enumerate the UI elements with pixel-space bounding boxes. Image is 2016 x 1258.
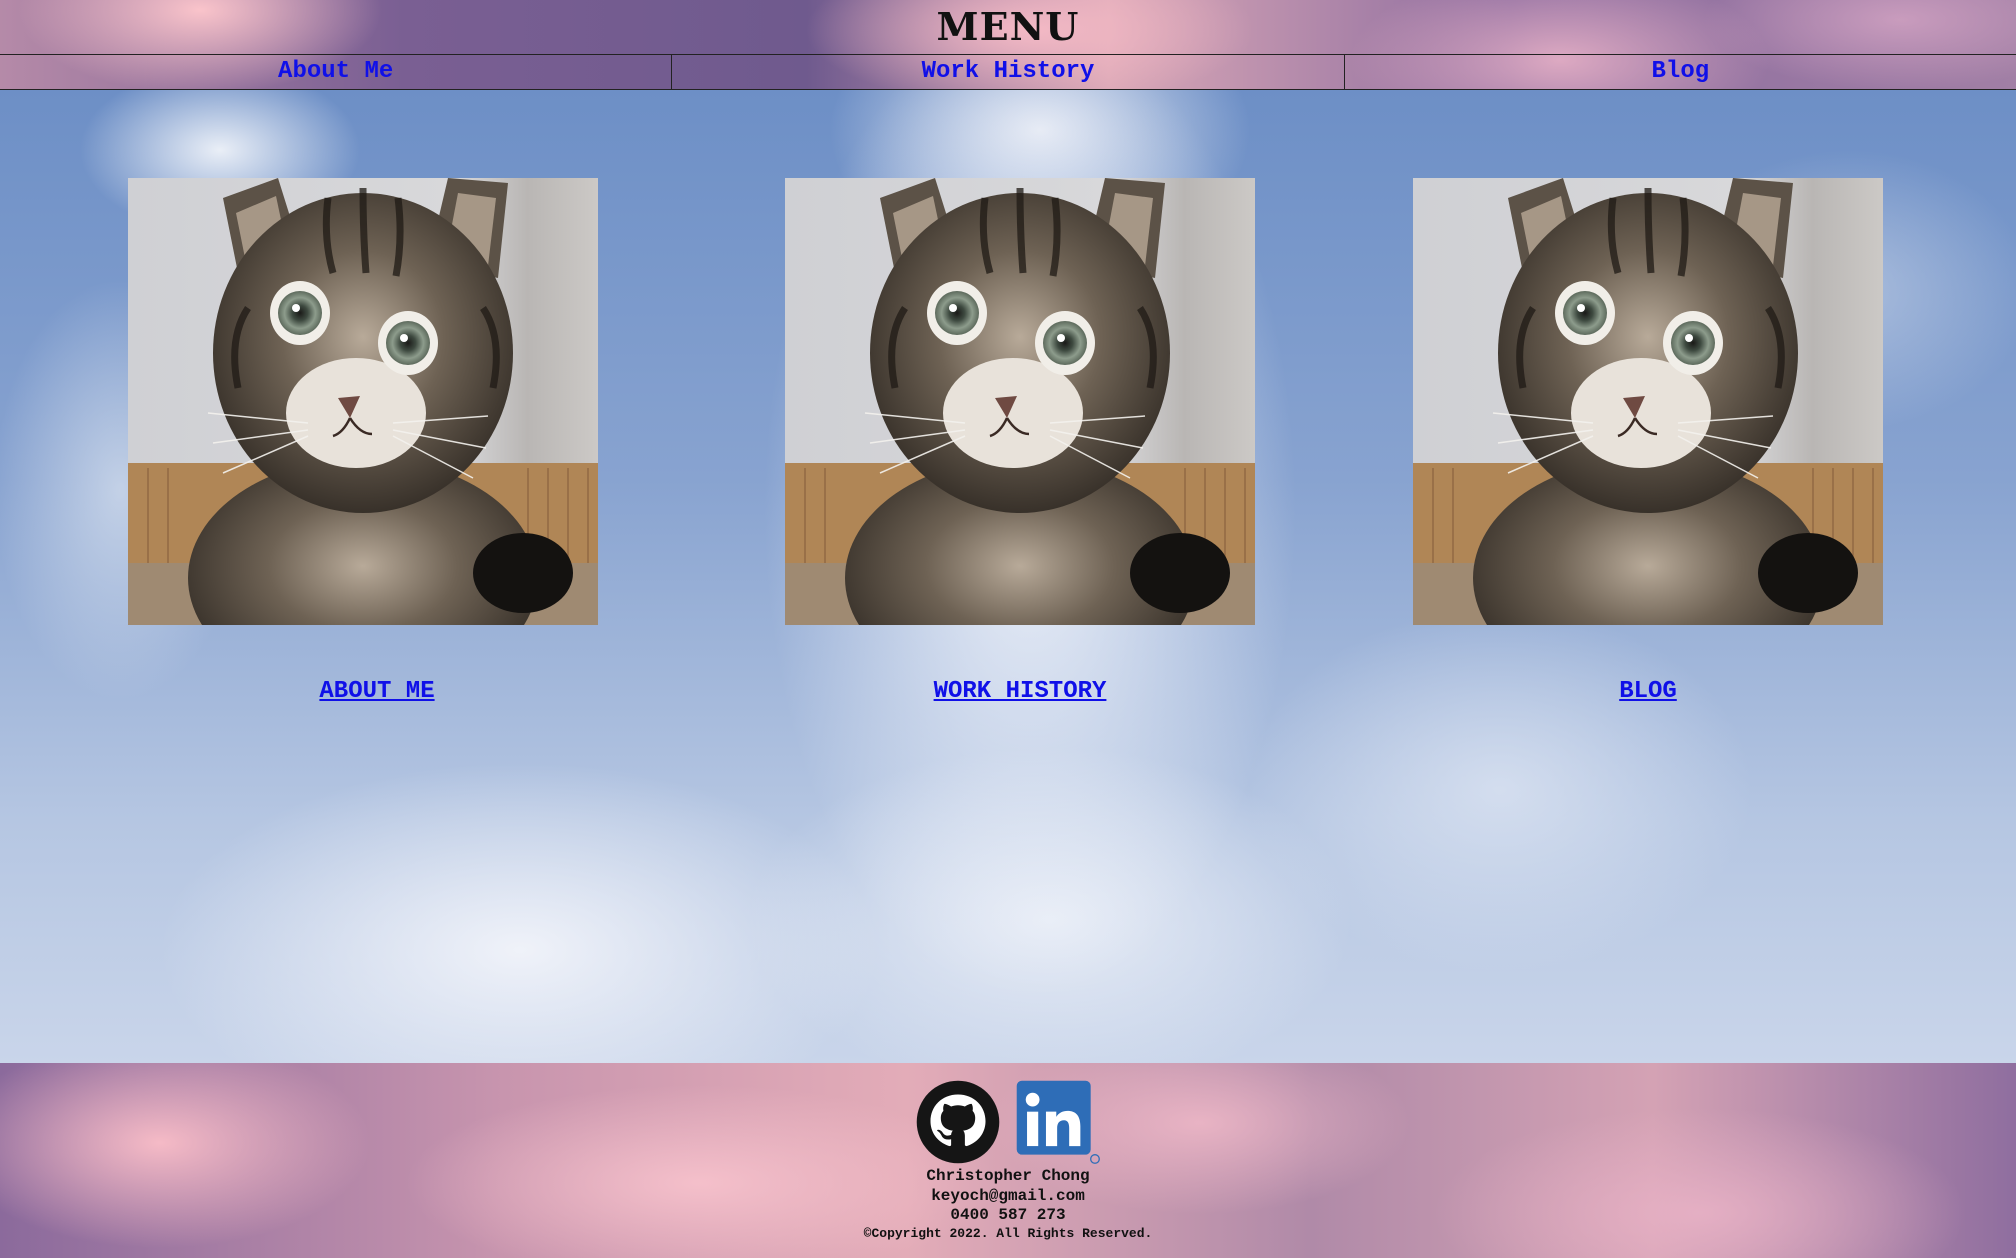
site-header: MENU About Me Work History Blog [0, 0, 2016, 90]
footer-copyright: ©Copyright 2022. All Rights Reserved. [863, 1226, 1153, 1241]
main-nav: About Me Work History Blog [0, 54, 2016, 90]
footer-name: Christopher Chong [926, 1167, 1090, 1185]
nav-work-history[interactable]: Work History [671, 55, 1343, 89]
link-about-me[interactable]: ABOUT ME [319, 678, 434, 705]
link-blog[interactable]: BLOG [1619, 678, 1677, 705]
menu-title: MENU [936, 4, 1080, 49]
main-content: ABOUT ME WORK HISTORY BLOG [0, 90, 2016, 1063]
nav-blog[interactable]: Blog [1343, 55, 2016, 89]
kitten-image-blog[interactable] [1413, 178, 1883, 625]
kitten-photo [128, 178, 598, 625]
linkedin-icon[interactable] [1015, 1079, 1101, 1165]
kitten-image-about[interactable] [128, 178, 598, 625]
kitten-image-work[interactable] [785, 178, 1255, 625]
kitten-photo [1413, 178, 1883, 625]
kitten-photo [785, 178, 1255, 625]
social-links [0, 1079, 2016, 1165]
link-work-history[interactable]: WORK HISTORY [934, 678, 1107, 705]
github-icon[interactable] [915, 1079, 1001, 1165]
nav-about-me[interactable]: About Me [0, 55, 671, 89]
footer-email: keyoch@gmail.com [931, 1187, 1085, 1205]
footer-phone: 0400 587 273 [950, 1206, 1066, 1224]
site-footer: Christopher Chong keyoch@gmail.com 0400 … [0, 1063, 2016, 1258]
